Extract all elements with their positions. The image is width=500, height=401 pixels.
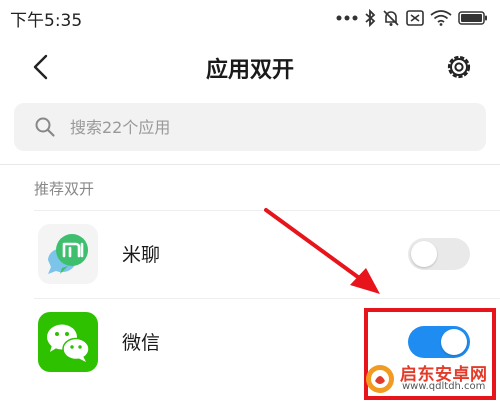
dual-app-toggle-wechat[interactable]	[408, 326, 470, 358]
list-item-miliao[interactable]: 米聊	[34, 210, 500, 298]
settings-button[interactable]	[442, 50, 476, 84]
toggle-knob	[441, 329, 467, 355]
search-box[interactable]	[14, 103, 486, 151]
dual-app-toggle-miliao[interactable]	[408, 238, 470, 270]
section-title: 推荐双开	[34, 180, 95, 198]
app-name: 米聊	[122, 244, 161, 266]
watermark: 启东安卓网 www.qdltdh.com	[364, 359, 496, 399]
status-time: 下午5:35	[10, 11, 83, 31]
row-divider	[34, 298, 500, 299]
toggle-knob	[411, 241, 437, 267]
watermark-url: www.qdltdh.com	[402, 381, 486, 392]
watermark-logo-icon	[366, 365, 394, 393]
wechat-app-icon	[38, 312, 98, 372]
search-icon	[35, 117, 55, 137]
miliao-app-icon	[38, 224, 98, 284]
mute-icon	[382, 9, 400, 27]
bluetooth-icon	[364, 9, 376, 27]
row-divider	[34, 210, 500, 211]
search-input[interactable]	[70, 103, 470, 151]
page-title: 应用双开	[205, 58, 294, 83]
divider	[0, 164, 500, 165]
gear-icon	[447, 55, 471, 79]
notification-icon	[406, 10, 424, 26]
signal-dots-icon	[336, 14, 358, 22]
title-bar: 应用双开	[0, 36, 500, 98]
status-bar: 下午5:35	[0, 0, 500, 36]
battery-icon	[458, 11, 488, 25]
status-icons	[336, 7, 488, 29]
wifi-icon	[430, 10, 452, 26]
app-name: 微信	[122, 332, 161, 354]
